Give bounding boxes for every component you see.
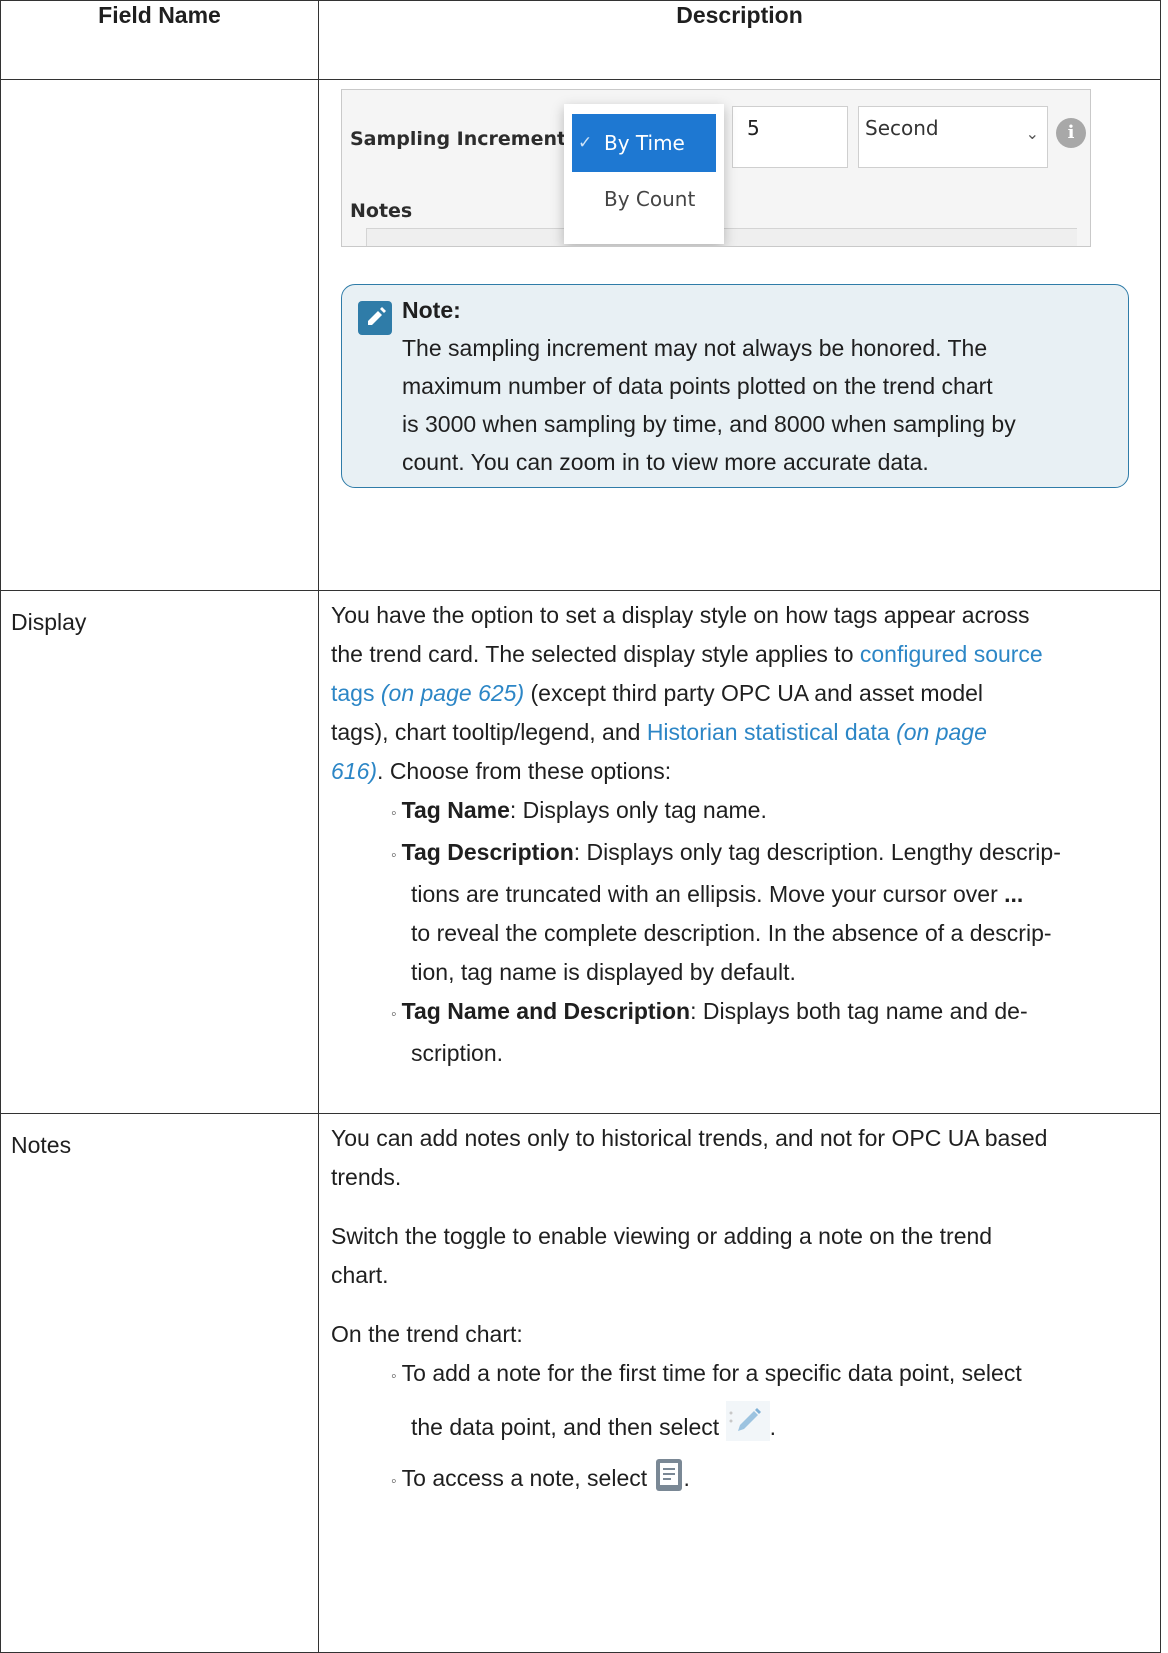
text-line: tion, tag name is displayed by default.: [411, 959, 796, 985]
list-item: ◦ Tag Name: Displays only tag name.: [391, 797, 767, 823]
header-field-name: Field Name: [0, 0, 319, 80]
sampling-mode-dropdown[interactable]: ✓ By Time By Count: [564, 104, 724, 244]
pencil-icon: [725, 1401, 770, 1441]
display-options-list: ◦ Tag Name: Displays only tag name. ◦ Tag …: [331, 791, 1152, 1073]
text-span: .: [683, 1465, 690, 1491]
option-by-time[interactable]: ✓ By Time: [572, 114, 716, 172]
unit-select-value: Second: [865, 116, 939, 140]
link-text: configured source: [859, 641, 1043, 667]
note-title: Note:: [402, 297, 461, 323]
text-line: You have the option to set a display sty…: [331, 602, 1030, 628]
increment-value-input[interactable]: 5: [732, 106, 848, 168]
text-span: . Choose from these options:: [377, 758, 672, 784]
text-span: (except third party OPC UA and asset mod…: [524, 680, 984, 706]
page-ref: 616): [331, 758, 378, 784]
table-header-row: Field Name Description: [0, 0, 1161, 80]
notes-steps-list: ◦ To add a note for the first time for a …: [331, 1354, 1152, 1501]
text-span: the data point, and then select: [411, 1414, 726, 1440]
text-span: To access a note, select: [401, 1465, 654, 1491]
text-line: the trend card. The selected display sty…: [331, 635, 1152, 674]
note-line: count. You can zoom in to view more accu…: [402, 449, 929, 475]
option-term: Tag Description: [401, 839, 574, 865]
text-line: to reveal the complete description. In t…: [411, 920, 1052, 946]
field-cell-display: Display: [0, 590, 319, 1114]
sampling-increment-label: Sampling Increment: [350, 128, 567, 150]
list-item: ◦ Tag Name and Description: Displays both…: [391, 992, 1152, 1073]
option-by-count[interactable]: By Count: [572, 186, 716, 212]
note-line: maximum number of data points plotted on…: [402, 373, 993, 399]
field-name-display: Display: [11, 609, 87, 635]
description-cell: Sampling Increment Notes 5 Second ⌄ i ✓ …: [318, 79, 1161, 591]
option-text: : Displays only tag name.: [509, 797, 767, 823]
chevron-down-icon: ⌄: [1025, 124, 1039, 143]
field-description-table: Field Name Description Sampling Incremen…: [0, 0, 1161, 1653]
text-line: scription.: [411, 1040, 504, 1066]
page-ref: (on page: [896, 719, 987, 745]
table-row: Notes You can add notes only to historic…: [0, 1113, 1161, 1653]
ellipsis-text: ...: [1004, 881, 1024, 907]
unit-select[interactable]: Second ⌄: [858, 106, 1048, 168]
note-callout: Note: The sampling increment may not alw…: [341, 284, 1129, 488]
description-cell: You can add notes only to historical tre…: [318, 1113, 1161, 1653]
notes-label: Notes: [350, 200, 413, 222]
text-line: tags (on page 625) (except third party O…: [331, 674, 1152, 713]
text-line: Switch the toggle to enable viewing or a…: [331, 1223, 993, 1249]
table-row: Display You have the option to set a dis…: [0, 590, 1161, 1114]
option-term: Tag Name: [401, 797, 510, 823]
field-name-notes: Notes: [11, 1132, 72, 1158]
option-by-count-label: By Count: [604, 187, 696, 211]
checkmark-icon: ✓: [578, 133, 593, 153]
field-cell-empty: [0, 79, 319, 591]
text-span: the trend card. The selected display sty…: [331, 641, 860, 667]
link-text: tags: [331, 680, 375, 706]
note-line: is 3000 when sampling by time, and 8000 …: [402, 411, 1016, 437]
text-line: the data point, and then select .: [391, 1396, 1152, 1458]
note-line: The sampling increment may not always be…: [402, 335, 988, 361]
option-term: Tag Name and Description: [401, 998, 691, 1024]
info-icon[interactable]: i: [1056, 118, 1086, 148]
link-historian-statistical-data-cont[interactable]: 616): [331, 758, 377, 784]
document-page: Field Name Description Sampling Incremen…: [0, 0, 1168, 1653]
option-text: : Displays both tag name and de-: [690, 998, 1028, 1024]
sampling-screenshot: Sampling Increment Notes 5 Second ⌄ i ✓ …: [341, 89, 1091, 247]
text-span: tags), chart tooltip/legend, and: [331, 719, 647, 745]
list-item: ◦ Tag Description: Displays only tag desc…: [391, 833, 1152, 992]
text-line: trends.: [331, 1164, 402, 1190]
text-span: .: [769, 1414, 776, 1440]
text-span: tions are truncated with an ellipsis. Mo…: [411, 881, 1005, 907]
note-edit-icon: [358, 301, 392, 335]
text-span: To add a note for the first time for a s…: [401, 1360, 1022, 1386]
text-line: 616). Choose from these options:: [331, 752, 1152, 791]
header-description: Description: [318, 0, 1161, 80]
field-cell-notes: Notes: [0, 1113, 319, 1653]
page-ref: (on page 625): [380, 680, 525, 706]
text-line: tions are truncated with an ellipsis. Mo…: [391, 875, 1152, 914]
text-line: chart.: [331, 1262, 389, 1288]
list-item: ◦ To access a note, select .: [391, 1458, 1152, 1501]
note-icon: [654, 1458, 684, 1492]
option-text: : Displays only tag description. Lengthy…: [573, 839, 1061, 865]
text-line: tags), chart tooltip/legend, and Histori…: [331, 713, 1152, 752]
link-configured-source-tags[interactable]: configured source: [860, 641, 1043, 667]
option-by-time-label: By Time: [604, 131, 685, 155]
link-text: Historian statistical data: [646, 719, 890, 745]
link-configured-source-tags-cont[interactable]: tags (on page 625): [331, 680, 524, 706]
text-line: On the trend chart:: [331, 1321, 523, 1347]
link-historian-statistical-data[interactable]: Historian statistical data (on page: [647, 719, 987, 745]
list-item: ◦ To add a note for the first time for a …: [391, 1354, 1152, 1458]
table-row: Sampling Increment Notes 5 Second ⌄ i ✓ …: [0, 79, 1161, 591]
description-cell: You have the option to set a display sty…: [318, 590, 1161, 1114]
text-line: You can add notes only to historical tre…: [331, 1125, 1048, 1151]
